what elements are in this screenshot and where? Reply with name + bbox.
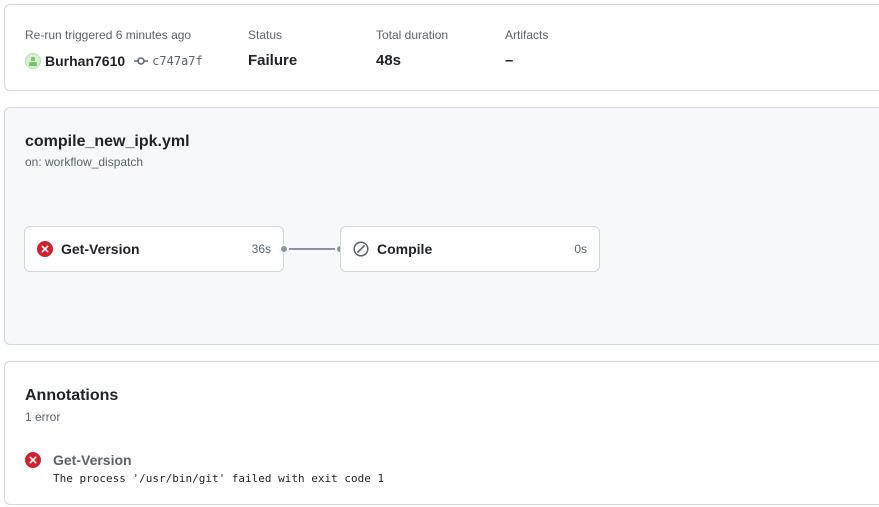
commit-sha-link[interactable]: c747a7f: [152, 54, 203, 68]
job-duration: 0s: [574, 242, 587, 256]
job-name: Get-Version: [61, 241, 140, 257]
status-column: Status Failure: [248, 28, 297, 70]
git-commit-icon: [134, 56, 149, 66]
x-circle-icon: [25, 452, 41, 468]
actor-link[interactable]: Burhan7610: [45, 53, 125, 69]
avatar[interactable]: [25, 53, 41, 69]
job-compile[interactable]: Compile 0s: [340, 226, 600, 272]
actor-row: Burhan7610 c747a7f: [25, 52, 203, 70]
workflow-trigger: on: workflow_dispatch: [25, 155, 144, 169]
artifacts-value: –: [505, 52, 514, 69]
status-value: Failure: [248, 52, 298, 69]
duration-value: 48s: [376, 52, 402, 69]
annotations-title: Annotations: [25, 387, 119, 404]
run-summary: Re-run triggered 6 minutes ago Burhan761…: [4, 4, 879, 91]
annotations-panel: Annotations 1 error Get-Version The proc…: [4, 361, 879, 505]
artifacts-column: Artifacts –: [505, 28, 548, 70]
skip-icon: [353, 241, 369, 257]
status-label: Status: [248, 28, 283, 42]
job-connector: [284, 248, 340, 250]
duration-label: Total duration: [376, 28, 449, 42]
job-duration: 36s: [251, 242, 271, 256]
trigger-column: Re-run triggered 6 minutes ago Burhan761…: [25, 28, 203, 70]
annotation-item: Get-Version The process '/usr/bin/git' f…: [25, 451, 384, 485]
trigger-label: Re-run triggered 6 minutes ago: [25, 28, 192, 42]
connector-dot-left: [279, 244, 289, 254]
artifacts-label: Artifacts: [505, 28, 549, 42]
annotation-message: The process '/usr/bin/git' failed with e…: [53, 472, 385, 485]
annotation-job-link[interactable]: Get-Version: [53, 451, 384, 469]
workflow-file-name: compile_new_ipk.yml: [25, 133, 190, 150]
duration-column: Total duration 48s: [376, 28, 448, 70]
job-get-version[interactable]: Get-Version 36s: [24, 226, 284, 272]
annotations-count: 1 error: [25, 410, 61, 424]
job-name: Compile: [377, 241, 433, 257]
x-circle-icon: [37, 241, 53, 257]
workflow-graph: compile_new_ipk.yml on: workflow_dispatc…: [4, 107, 879, 345]
